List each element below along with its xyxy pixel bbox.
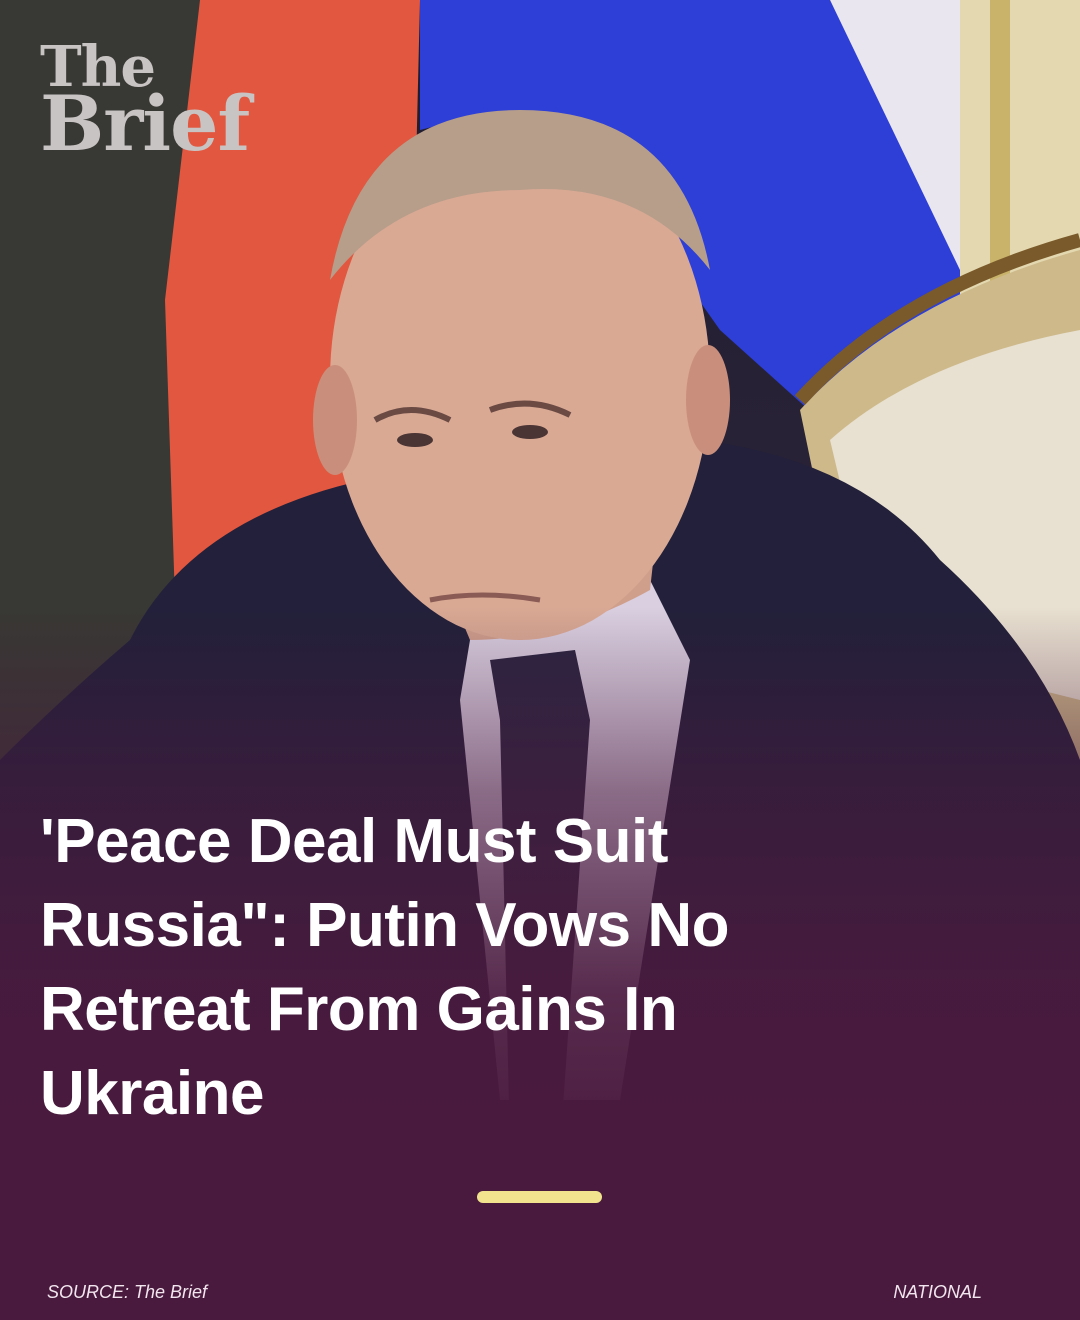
category-label: NATIONAL [893, 1282, 982, 1302]
headline: 'Peace Deal Must Suit Russia": Putin Vow… [40, 807, 729, 1128]
news-card: The Brief 'Peace Deal Must Suit Russia":… [0, 0, 1080, 1320]
brand-logo: The Brief [40, 39, 250, 168]
source-label: SOURCE: The Brief [47, 1282, 208, 1302]
brand-logo-line2: Brief [40, 78, 250, 168]
pager-indicator[interactable] [477, 1191, 602, 1203]
